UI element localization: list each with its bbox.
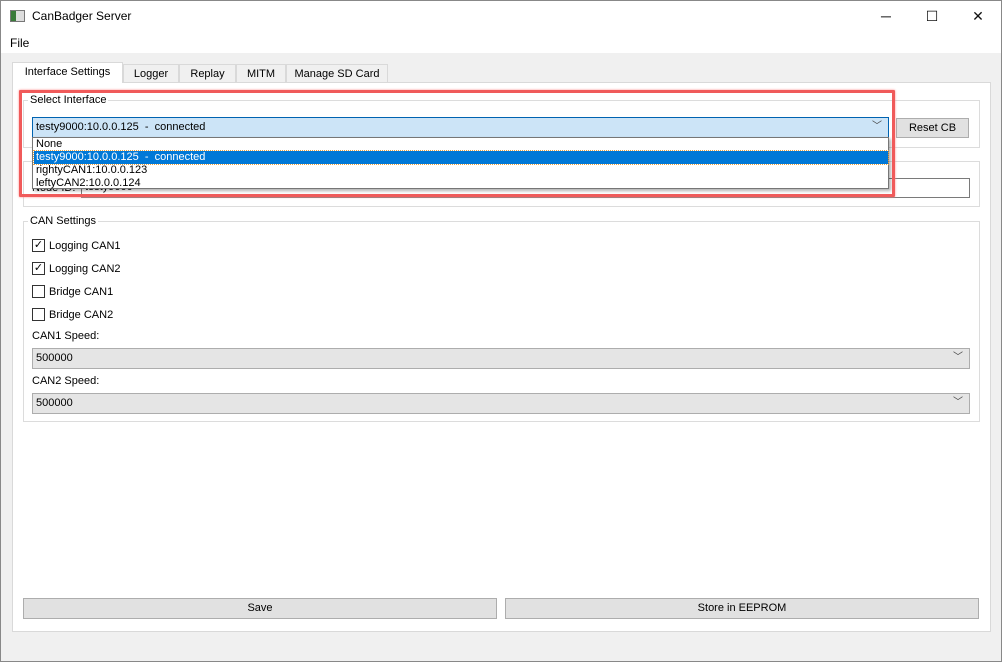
highlight-box: [19, 90, 895, 197]
can-settings-group: [23, 221, 980, 422]
can2-speed-combo[interactable]: 500000 ﹀: [32, 393, 970, 414]
title-bar: CanBadger Server ─ ☐ ✕: [1, 1, 1001, 32]
tab-interface-settings[interactable]: Interface Settings: [12, 62, 123, 83]
tab-mitm[interactable]: MITM: [236, 64, 286, 83]
reset-cb-button[interactable]: Reset CB: [896, 118, 969, 138]
can1-speed-label: CAN1 Speed:: [32, 330, 100, 342]
close-button[interactable]: ✕: [955, 1, 1001, 32]
logging-can1-checkbox[interactable]: ✓: [32, 239, 45, 252]
menu-file[interactable]: File: [10, 36, 29, 50]
tab-logger[interactable]: Logger: [123, 64, 179, 83]
minimize-button[interactable]: ─: [863, 1, 909, 32]
chevron-down-icon: ﹀: [953, 352, 963, 363]
app-icon: [10, 10, 25, 22]
chevron-down-icon: ﹀: [953, 397, 963, 408]
store-eeprom-button[interactable]: Store in EEPROM: [505, 598, 979, 619]
tab-manage-sd-card[interactable]: Manage SD Card: [286, 64, 388, 83]
bridge-can1-checkbox[interactable]: [32, 285, 45, 298]
can2-speed-value: 500000: [36, 397, 73, 409]
bridge-can2-checkbox[interactable]: [32, 308, 45, 321]
save-button[interactable]: Save: [23, 598, 497, 619]
logging-can2-checkbox[interactable]: ✓: [32, 262, 45, 275]
logging-can2-label: Logging CAN2: [49, 263, 121, 275]
tab-replay[interactable]: Replay: [179, 64, 236, 83]
can2-speed-label: CAN2 Speed:: [32, 375, 100, 387]
maximize-button[interactable]: ☐: [909, 1, 955, 32]
bridge-can2-label: Bridge CAN2: [49, 309, 114, 321]
menu-bar: File: [1, 32, 1001, 53]
logging-can1-label: Logging CAN1: [49, 240, 121, 252]
window-title: CanBadger Server: [32, 9, 132, 23]
can-settings-title: CAN Settings: [28, 215, 99, 227]
can1-speed-value: 500000: [36, 352, 73, 364]
can1-speed-combo[interactable]: 500000 ﹀: [32, 348, 970, 369]
bridge-can1-label: Bridge CAN1: [49, 286, 114, 298]
